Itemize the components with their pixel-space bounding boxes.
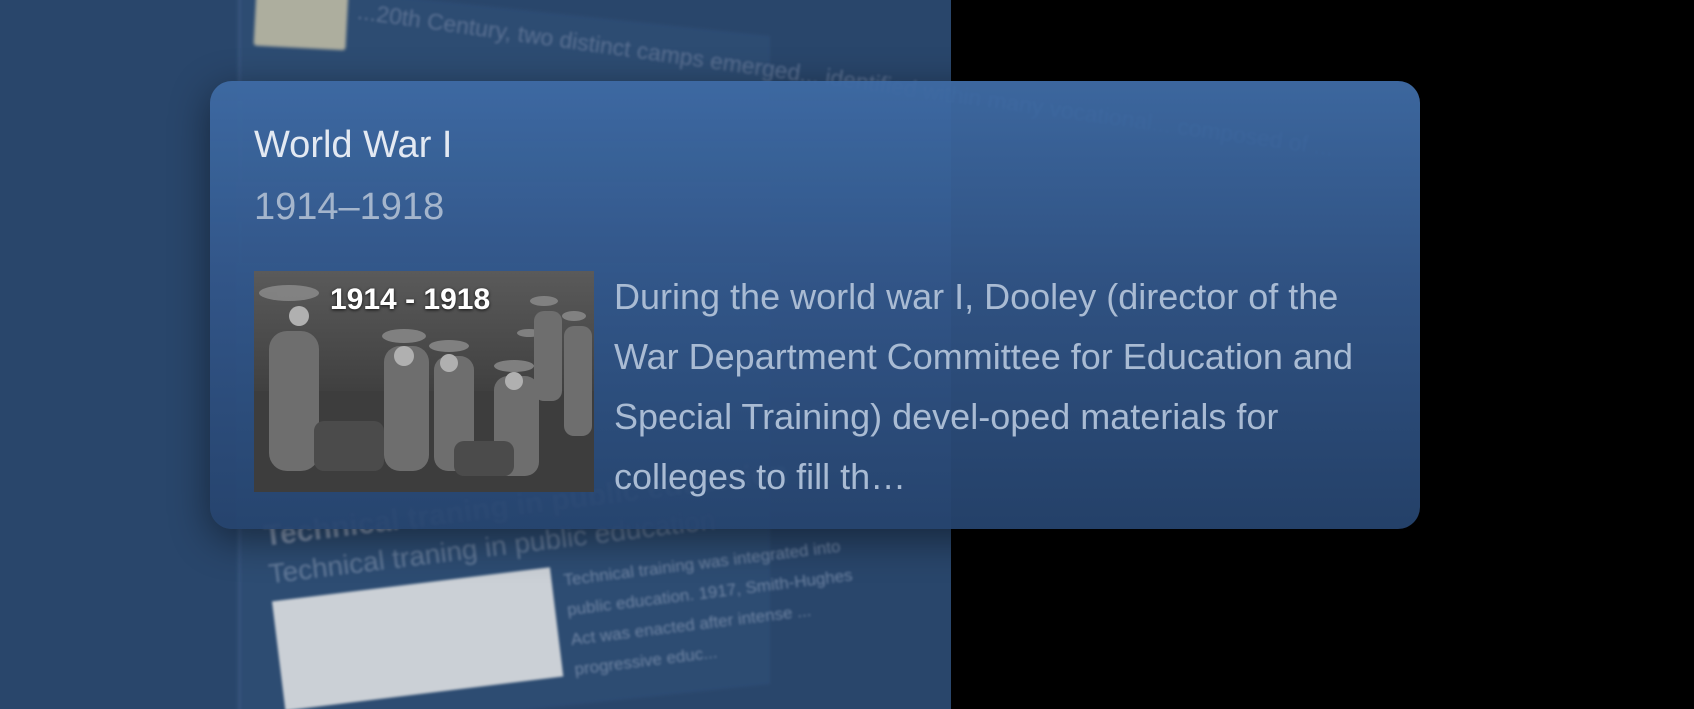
event-image[interactable]: 1914 - 1918 [254, 271, 594, 492]
screen: ...20th Century, two distinct camps emer… [0, 0, 1694, 709]
event-summary: During the world war I, Dooley (director… [614, 276, 1353, 497]
event-title: World War I [254, 124, 453, 166]
timeline-event-popover[interactable]: World War I 1914–1918 1914 - 1918 During… [210, 81, 1420, 529]
event-content: 1914 - 1918 During the world war I, Dool… [254, 271, 1376, 507]
event-date-range: 1914–1918 [254, 186, 445, 228]
background-thumbnail [253, 0, 349, 51]
background-document-thumbnail [271, 567, 564, 709]
event-image-caption: 1914 - 1918 [330, 283, 491, 316]
